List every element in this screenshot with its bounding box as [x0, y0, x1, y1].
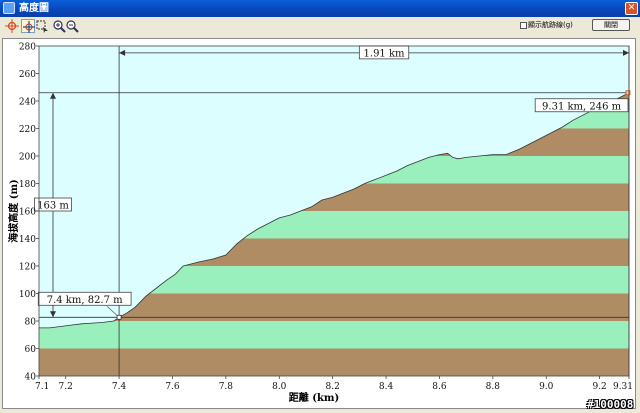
label-text: 9.31 km, 246 m	[542, 101, 622, 112]
x-tick-label: 7.8	[219, 382, 234, 392]
show-track-label: 顯示航跡線(g)	[528, 21, 573, 29]
x-tick-label: 7.6	[165, 382, 180, 392]
toolbar: 顯示航跡線(g) 關閉	[0, 17, 640, 37]
y-tick-label: 160	[19, 208, 36, 218]
x-tick-label: 9.2	[592, 382, 606, 392]
height-label: 163 m	[34, 197, 72, 212]
x-tick-label: 8.4	[379, 382, 394, 392]
watermark: #100008	[587, 398, 634, 411]
x-tick-label: 8.6	[432, 382, 447, 392]
window-close-button[interactable]: ✕	[625, 2, 638, 15]
distance-label: 1.91 km	[358, 45, 410, 59]
y-axis-label: 海拔高度 (m)	[7, 179, 20, 243]
select-tool-button[interactable]	[35, 19, 49, 33]
x-axis-label: 距離 (km)	[289, 391, 339, 404]
zoom-out-icon	[66, 20, 79, 33]
chart-panel: 1.91 km 163 m 7.4 km, 82.7 m 9.31 km, 246 m…	[2, 38, 636, 409]
x-tick-label: 9.31	[613, 382, 633, 392]
x-tick-label: 9.0	[539, 382, 554, 392]
x-tick-label: 8.8	[486, 382, 501, 392]
y-tick-label: 100	[19, 290, 36, 300]
y-tick-label: 60	[25, 345, 37, 355]
y-tick-label: 140	[19, 235, 36, 245]
y-tick-label: 260	[19, 70, 36, 80]
x-tick-label: 7.1	[35, 382, 49, 392]
label-text: 7.4 km, 82.7 m	[47, 295, 123, 306]
y-tick-label: 240	[19, 98, 36, 108]
x-tick-label: 8.2	[326, 382, 340, 392]
window-title: 高度圖	[19, 3, 49, 14]
x-tick-label: 7.2	[59, 382, 73, 392]
zoom-in-icon	[53, 20, 66, 33]
title-bar: 高度圖 ✕	[0, 0, 640, 17]
y-tick-label: 40	[25, 373, 37, 383]
x-tick-label: 7.4	[112, 382, 127, 392]
y-tick-label: 220	[19, 125, 36, 135]
elevation-band	[39, 348, 629, 376]
select-icon	[36, 20, 48, 33]
end-point-label: 9.31 km, 246 m	[534, 98, 629, 112]
zoom-out-button[interactable]	[65, 19, 79, 33]
start-point-marker	[116, 314, 122, 320]
crosshair-icon	[5, 19, 19, 33]
y-tick-label: 120	[19, 263, 36, 273]
elevation-chart[interactable]: 1.91 km 163 m 7.4 km, 82.7 m 9.31 km, 246 m…	[3, 39, 635, 408]
pan-tool-button[interactable]	[21, 19, 35, 33]
crosshair-tool-button[interactable]	[5, 19, 19, 33]
y-tick-label: 280	[19, 43, 36, 53]
y-tick-label: 80	[25, 318, 37, 328]
close-button[interactable]: 關閉	[592, 19, 630, 31]
zoom-in-button[interactable]	[52, 19, 66, 33]
end-point-marker	[625, 90, 631, 96]
x-tick-label: 8.0	[272, 382, 287, 392]
label-text: 1.91 km	[364, 48, 406, 59]
pan-icon	[23, 21, 35, 33]
label-text: 163 m	[37, 201, 69, 212]
start-point-label: 7.4 km, 82.7 m	[37, 291, 132, 306]
y-tick-label: 180	[19, 180, 36, 190]
y-tick-label: 200	[19, 153, 36, 163]
elevation-band	[39, 321, 629, 349]
show-track-checkbox[interactable]	[520, 22, 527, 29]
app-icon	[3, 2, 15, 14]
